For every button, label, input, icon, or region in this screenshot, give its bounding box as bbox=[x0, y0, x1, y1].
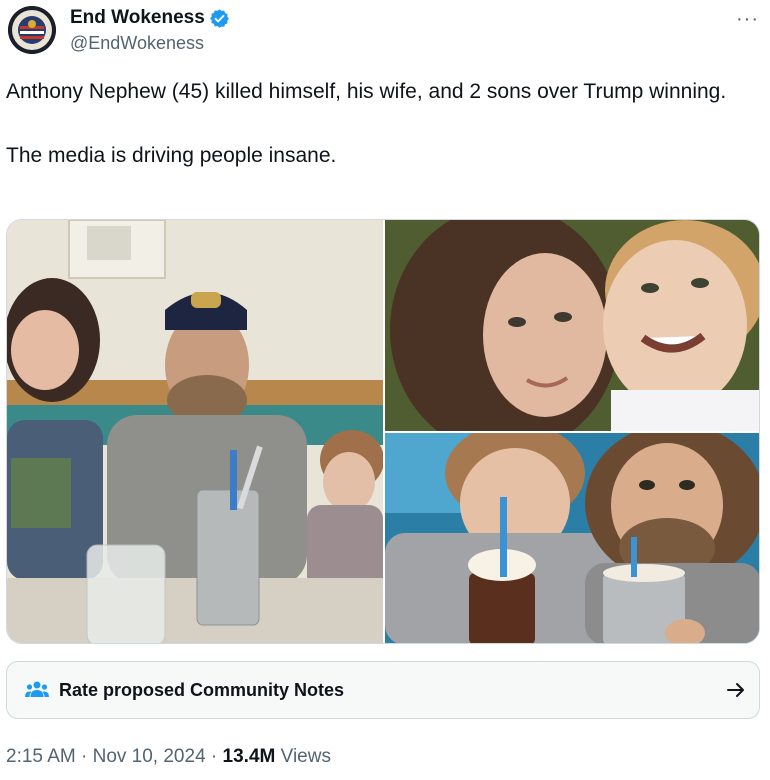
more-icon[interactable]: ··· bbox=[736, 8, 759, 31]
meta-separator: · bbox=[75, 746, 93, 767]
views-count: 13.4M bbox=[222, 746, 276, 767]
tweet-text-line-1: Anthony Nephew (45) killed himself, his … bbox=[6, 80, 727, 103]
handle[interactable]: @EndWokeness bbox=[70, 33, 204, 54]
avatar[interactable] bbox=[8, 6, 56, 54]
photo-father-son-milkshakes[interactable] bbox=[385, 433, 759, 643]
tweet-meta: 2:15 AM · Nov 10, 2024 · 13.4M Views bbox=[6, 746, 331, 768]
tweet-text-line-2: The media is driving people insane. bbox=[6, 144, 337, 167]
avatar-badge-icon bbox=[8, 6, 56, 54]
tweet-text: Anthony Nephew (45) killed himself, his … bbox=[6, 76, 746, 172]
verified-badge-icon bbox=[209, 8, 229, 28]
name-row: End Wokeness bbox=[70, 7, 230, 29]
display-name[interactable]: End Wokeness bbox=[70, 7, 205, 29]
tweet-header: End Wokeness @EndWokeness ··· bbox=[0, 0, 770, 62]
views-label: Views bbox=[275, 746, 331, 767]
tweet-date[interactable]: Nov 10, 2024 bbox=[93, 746, 206, 767]
photo-mother-son-selfie[interactable] bbox=[385, 220, 759, 431]
community-notes-label: Rate proposed Community Notes bbox=[59, 680, 345, 700]
community-notes-bar[interactable]: Rate proposed Community Notes bbox=[6, 661, 760, 719]
people-icon bbox=[25, 681, 49, 697]
photo-diner-booth[interactable] bbox=[7, 220, 383, 643]
tweet-time[interactable]: 2:15 AM bbox=[6, 746, 76, 767]
arrow-right-icon[interactable] bbox=[725, 679, 747, 701]
media-grid bbox=[6, 219, 760, 644]
meta-separator: · bbox=[205, 746, 223, 767]
